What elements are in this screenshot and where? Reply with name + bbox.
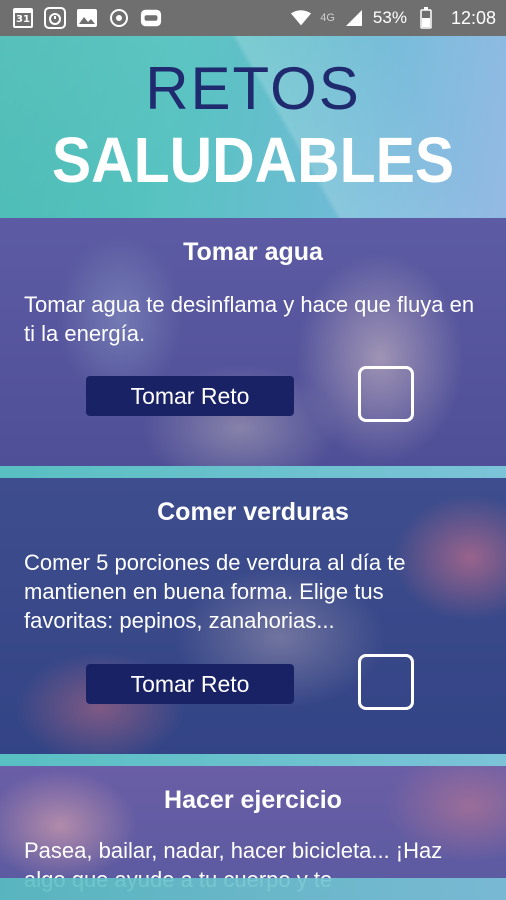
header-title-retos: RETOS [145, 55, 361, 122]
challenge-description: Tomar agua te desinflama y hace que fluy… [24, 292, 475, 346]
take-challenge-button[interactable]: Tomar Reto [86, 664, 294, 704]
signal-icon [343, 7, 365, 29]
challenge-description: Comer 5 porciones de verdura al día te m… [24, 550, 406, 633]
challenge-card-tomar-agua: Tomar agua Tomar agua te desinflama y ha… [0, 218, 506, 466]
challenge-checkbox[interactable] [358, 654, 414, 710]
app-screen: 31 4G 53% 12:08 RETOS SALUDABLES Tomar a… [0, 0, 506, 900]
challenge-title: Hacer ejercicio [164, 786, 342, 814]
calendar-day: 31 [13, 8, 33, 28]
status-bar: 31 4G 53% 12:08 [0, 0, 506, 36]
wifi-icon [290, 7, 312, 29]
battery-icon [415, 7, 437, 29]
challenge-checkbox[interactable] [358, 366, 414, 422]
shield-app-icon [108, 7, 130, 29]
calendar-icon: 31 [12, 7, 34, 29]
image-icon [76, 7, 98, 29]
app-header: RETOS SALUDABLES [0, 36, 506, 218]
header-title-saludables: SALUDABLES [51, 124, 455, 196]
battery-percent: 53% [372, 8, 407, 27]
challenge-title: Comer verduras [157, 498, 349, 526]
challenge-card-comer-verduras: Comer verduras Comer 5 porciones de verd… [0, 478, 506, 754]
assistant-app-icon [140, 7, 162, 29]
card-divider [0, 466, 506, 478]
challenge-title: Tomar agua [183, 238, 323, 266]
bottom-strip [0, 878, 506, 900]
timer-app-icon [44, 7, 66, 29]
system-status: 4G 53% 12:08 [290, 7, 496, 29]
clock: 12:08 [450, 7, 496, 28]
network-type: 4G [320, 12, 335, 24]
card-divider [0, 754, 506, 766]
take-challenge-button[interactable]: Tomar Reto [86, 376, 294, 416]
notification-icons: 31 [12, 7, 162, 29]
